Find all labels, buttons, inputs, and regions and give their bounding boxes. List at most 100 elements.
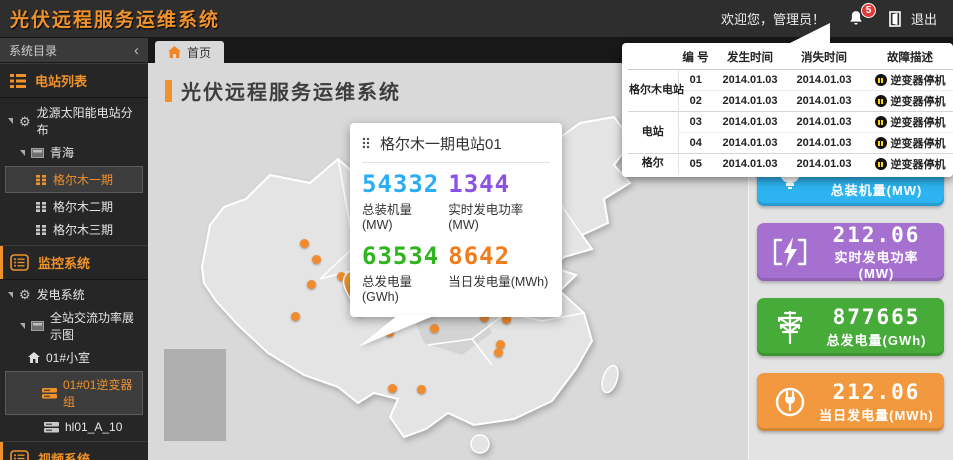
logout-button[interactable]: 退出 (889, 9, 937, 28)
tower-icon (767, 309, 813, 345)
panel-icon (31, 321, 44, 331)
stat-label: 总发电量(GWh) (362, 271, 440, 304)
sidebar-item-monitor[interactable]: 监控系统 (0, 245, 148, 280)
stat-label: 总装机量(MW) (362, 199, 440, 232)
card-label: 当日发电量(MWh) (819, 405, 934, 424)
door-icon (889, 11, 904, 27)
app-title: 光伏远程服务运维系统 (0, 5, 220, 32)
tooltip-stats: 54332 总装机量(MW) 1344 实时发电功率(MW) 63534 总发电… (362, 172, 550, 304)
station-tooltip: 格尔木一期电站01 54332 总装机量(MW) 1344 实时发电功率(MW)… (350, 123, 562, 317)
station-dot[interactable] (388, 384, 397, 393)
notification-bell-icon[interactable]: 5 (847, 10, 867, 28)
tree-node-device[interactable]: hl01_A_10 (0, 417, 148, 437)
tooltip-title: 格尔木一期电站01 (380, 133, 502, 154)
tooltip-stat: 54332 总装机量(MW) (362, 172, 440, 232)
fault-row[interactable]: 电站 03 2014.01.03 2014.01.03 逆变器停机 2小时 (628, 112, 953, 133)
sidebar-item-label: 电站列表 (35, 71, 87, 90)
fault-popup: 编 号 发生时间 消失时间 故障描述 持续时间 格尔木电站 01 2014.01… (622, 43, 953, 177)
tree-node-label: 01#01逆变器组 (63, 376, 136, 410)
pause-icon (875, 137, 887, 149)
card-value: 877665 (819, 305, 934, 329)
pause-icon (875, 116, 887, 128)
grid-icon (36, 202, 47, 212)
pause-icon (875, 95, 887, 107)
stat-card-realtime-power: 212.06 实时发电功率(MW) (757, 223, 944, 281)
station-dot[interactable] (307, 280, 316, 289)
lightning-icon (767, 236, 813, 268)
card-value: 212.06 (819, 223, 934, 247)
pause-icon (875, 158, 887, 170)
fault-group-label: 格尔 (628, 154, 678, 175)
stat-label: 实时发电功率(MW) (448, 199, 550, 232)
pause-icon (875, 74, 887, 86)
tree-node-station-3[interactable]: 格尔木三期 (0, 218, 148, 241)
sidebar-collapse-icon[interactable]: ‹ (134, 43, 139, 58)
sidebar-item-label: 监控系统 (38, 253, 90, 272)
tooltip-header: 格尔木一期电站01 (362, 133, 550, 163)
notification-badge: 5 (861, 3, 876, 18)
card-label: 总装机量(MW) (819, 180, 934, 199)
fault-row[interactable]: 格尔 05 2014.01.03 2014.01.03 逆变器停机 2小时 (628, 154, 953, 175)
tree-node-station-2[interactable]: 格尔木二期 (0, 195, 148, 218)
gear-icon: ⚙ (19, 288, 31, 301)
fault-row[interactable]: 格尔木电站 01 2014.01.03 2014.01.03 逆变器停机 2小时 (628, 70, 953, 91)
tooltip-stat: 63534 总发电量(GWh) (362, 244, 440, 304)
tree-node-label: hl01_A_10 (65, 420, 122, 434)
stat-value: 63534 (362, 244, 440, 268)
stat-value: 8642 (448, 244, 550, 268)
tree-node-province[interactable]: 青海 (0, 141, 148, 164)
tree-node-label: 格尔木一期 (53, 171, 113, 188)
tooltip-stat: 8642 当日发电量(MWh) (448, 244, 550, 304)
card-value: 212.06 (819, 380, 934, 404)
sidebar-title: 系统目录 (9, 42, 57, 59)
stat-cards: 98465 总装机量(MW) 212.06 实时发电功率(MW) (757, 148, 944, 431)
home-icon (28, 352, 40, 363)
caret-expanded-icon[interactable] (8, 292, 13, 298)
tooltip-tail (350, 315, 442, 347)
tree-node-power-chart[interactable]: 全站交流功率展示图 (0, 306, 148, 346)
tab-home[interactable]: 首页 (155, 41, 224, 63)
station-dot[interactable] (312, 255, 321, 264)
card-label: 实时发电功率(MW) (819, 247, 934, 281)
map-inset-box (164, 349, 226, 441)
station-dot[interactable] (417, 385, 426, 394)
popup-arrow (772, 23, 834, 44)
station-dot[interactable] (300, 239, 309, 248)
fault-table-header-row: 编 号 发生时间 消失时间 故障描述 持续时间 (628, 44, 953, 70)
gear-icon: ⚙ (19, 115, 31, 128)
tree-node-station-1[interactable]: 格尔木一期 (5, 166, 143, 193)
document-icon (10, 254, 29, 271)
tree-node-label: 01#小室 (46, 349, 90, 366)
sidebar-item-video[interactable]: 视频系统 (0, 441, 148, 460)
tree-node-inverter-group[interactable]: 01#01逆变器组 (5, 371, 143, 415)
tab-label: 首页 (187, 44, 211, 61)
station-dot[interactable] (291, 312, 300, 321)
col-header-no: 编 号 (678, 44, 713, 70)
app-root: 光伏远程服务运维系统 欢迎您，管理员！ 5 退出 系统目录 ‹ 电站列表 (0, 0, 953, 460)
logout-label: 退出 (911, 9, 937, 28)
col-header-clear: 消失时间 (787, 44, 861, 70)
sidebar-item-station-list[interactable]: 电站列表 (0, 63, 148, 98)
tree-node-power-system[interactable]: ⚙ 发电系统 (0, 283, 148, 306)
heading-accent-bar (165, 80, 172, 102)
tree-node-label: 全站交流功率展示图 (50, 309, 142, 343)
col-header-occur: 发生时间 (713, 44, 787, 70)
caret-expanded-icon[interactable] (20, 323, 25, 329)
document-icon (10, 450, 29, 460)
tree-node-label: 格尔木二期 (53, 198, 113, 215)
sidebar: 系统目录 ‹ 电站列表 ⚙ 龙源太阳能电站分布 青海 (0, 38, 148, 460)
fault-group-label: 电站 (628, 112, 678, 154)
station-tree: ⚙ 龙源太阳能电站分布 青海 格尔木一期 格尔木二期 (0, 98, 148, 245)
grid-icon (36, 225, 47, 235)
tree-node-room[interactable]: 01#小室 (0, 346, 148, 369)
page-title: 光伏远程服务运维系统 (165, 76, 401, 105)
inverter-icon (42, 388, 57, 399)
station-dot[interactable] (494, 348, 503, 357)
tooltip-stat: 1344 实时发电功率(MW) (448, 172, 550, 232)
caret-expanded-icon[interactable] (20, 150, 25, 156)
tree-node-label: 格尔木三期 (53, 221, 113, 238)
sidebar-header: 系统目录 ‹ (0, 38, 148, 63)
fault-group-label: 格尔木电站 (628, 70, 678, 112)
tree-node-distribution[interactable]: ⚙ 龙源太阳能电站分布 (0, 101, 148, 141)
caret-expanded-icon[interactable] (8, 118, 13, 124)
